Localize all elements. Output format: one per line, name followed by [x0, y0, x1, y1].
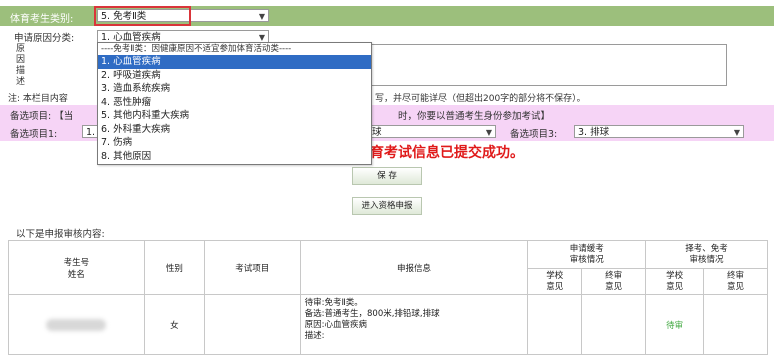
row-defer-final [581, 294, 647, 355]
chevron-down-icon: ▼ [258, 12, 265, 21]
optional-item2-select[interactable]: 球 ▼ [368, 125, 496, 138]
chevron-down-icon: ▼ [485, 128, 492, 137]
optional-item3-label: 备选项目3: [510, 129, 558, 140]
save-button[interactable]: 保 存 [352, 167, 422, 185]
dropdown-option[interactable]: 1. 心血管疾病 [98, 55, 371, 69]
header-defer-group: 申请缓考 审核情况 [527, 240, 647, 269]
table-caption: 以下是申报审核内容: [16, 229, 105, 240]
dropdown-option[interactable]: 5. 其他内科重大疾病 [98, 109, 371, 123]
chevron-down-icon: ▼ [733, 128, 740, 137]
optional-item3-value: 3. 排球 [578, 127, 610, 138]
table-row: 女 待审:免考Ⅱ类。 备选:普通考生，800米,排铅球,排球 原因:心血管疾病 … [8, 294, 768, 355]
dropdown-option[interactable]: 2. 呼吸道疾病 [98, 69, 371, 83]
optional-title-left: 备选项目: 【当 [10, 111, 74, 122]
reason-dropdown: ----免考Ⅱ类：因健康原因不适宜参加体育活动类---- 1. 心血管疾病 2. … [97, 42, 372, 165]
row-defer-school [527, 294, 583, 355]
blurred-student-cell [8, 294, 145, 355]
header-name: 姓名 [67, 269, 85, 280]
header-final-opinion: 终审 意见 [581, 268, 647, 295]
dropdown-option[interactable]: 4. 恶性肿瘤 [98, 96, 371, 110]
row-info: 待审:免考Ⅱ类。 备选:普通考生，800米,排铅球,排球 原因:心血管疾病 描述… [299, 294, 529, 355]
header-school-opinion: 学校 意见 [645, 268, 705, 295]
row-exempt-final [703, 294, 768, 355]
category-highlight [94, 6, 191, 26]
row-subject [203, 294, 301, 355]
reason-label: 申请原因分类: [14, 33, 75, 44]
optional-item2-value: 球 [372, 127, 382, 138]
review-table: 考生号 姓名 性别 考试项目 申报信息 申请缓考 审核情况 择考、免考 审核情况… [8, 240, 768, 355]
header-gender: 性别 [143, 240, 205, 295]
dropdown-option[interactable]: 8. 其他原因 [98, 150, 371, 164]
header-exempt-group: 择考、免考 审核情况 [645, 240, 768, 269]
note-left: 注: 本栏目内容 [8, 94, 68, 104]
dropdown-group-header: ----免考Ⅱ类：因健康原因不适宜参加体育活动类---- [101, 44, 292, 54]
row-status: 待审 [645, 294, 705, 355]
dropdown-items: 1. 心血管疾病 2. 呼吸道疾病 3. 造血系统疾病 4. 恶性肿瘤 5. 其他内科重… [98, 55, 371, 163]
header-info: 申报信息 [299, 240, 529, 295]
success-message: 育考试信息已提交成功。 [370, 145, 524, 161]
optional-item1-label: 备选项目1: [10, 129, 58, 140]
dropdown-option[interactable]: 3. 造血系统疾病 [98, 82, 371, 96]
optional-title-right: 时，你要以普通考生身份参加考试】 [398, 111, 551, 122]
header-final-opinion: 终审 意见 [703, 268, 768, 295]
enter-apply-button[interactable]: 进入资格申报 [352, 197, 422, 215]
dropdown-option[interactable]: 6. 外科重大疾病 [98, 123, 371, 137]
optional-item3-select[interactable]: 3. 排球 ▼ [574, 125, 744, 138]
row-gender: 女 [143, 294, 205, 355]
blurred-student-info [46, 318, 107, 331]
header-school-opinion: 学校 意见 [527, 268, 583, 295]
note-right: 写，并尽可能详尽（但超出200字的部分将不保存）。 [375, 94, 586, 104]
category-label: 体育考生类别: [10, 14, 74, 25]
header-student-no: 考生号 [63, 257, 90, 268]
desc-label: 原 因 描 述 [16, 44, 26, 87]
header-subject: 考试项目 [203, 240, 301, 295]
header-student: 考生号 姓名 [8, 240, 145, 295]
optional-item1-value: 1. [86, 127, 96, 138]
dropdown-option[interactable]: 7. 伤病 [98, 136, 371, 150]
